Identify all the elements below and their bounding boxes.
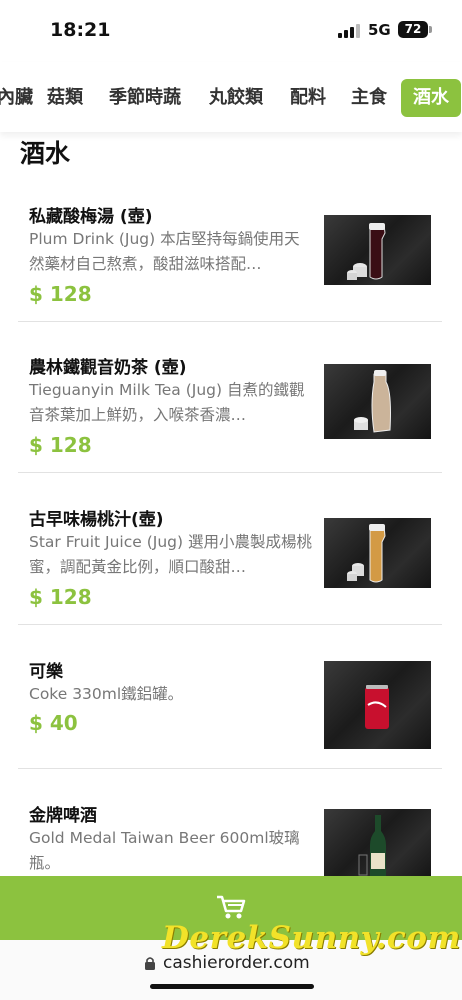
jug-icon bbox=[354, 370, 391, 433]
menu-item[interactable]: 可樂 Coke 330ml鐵鋁罐。 $ 40 bbox=[18, 641, 442, 769]
category-nav: 內臟 菇類 季節時蔬 丸餃類 配料 主食 酒水 bbox=[0, 62, 462, 132]
battery-icon: 72 bbox=[398, 21, 428, 38]
section-title: 酒水 bbox=[20, 139, 71, 168]
network-label: 5G bbox=[368, 21, 391, 39]
home-indicator bbox=[150, 984, 314, 989]
item-image[interactable] bbox=[324, 215, 431, 285]
jug-icon bbox=[347, 223, 386, 280]
menu-item[interactable]: 農林鐵觀音奶茶 (壺) Tieguanyin Milk Tea (Jug) 自煮… bbox=[18, 337, 442, 473]
item-name: 金牌啤酒 bbox=[29, 806, 97, 826]
status-time: 18:21 bbox=[50, 19, 111, 41]
menu-item[interactable]: 私藏酸梅湯 (壺) Plum Drink (Jug) 本店堅持每鍋使用天然藥材自… bbox=[18, 186, 442, 322]
item-image[interactable] bbox=[324, 518, 431, 588]
item-price: $ 40 bbox=[29, 711, 78, 735]
category-tab[interactable]: 菇類 bbox=[47, 79, 83, 117]
item-description: Coke 330ml鐵鋁罐。 bbox=[29, 685, 184, 703]
item-description: Tieguanyin Milk Tea (Jug) 自煮的鐵觀音茶葉加上鮮奶，入… bbox=[29, 381, 305, 424]
item-image[interactable] bbox=[324, 661, 431, 749]
watermark: DerekSunny.com bbox=[162, 920, 461, 956]
item-name: 可樂 bbox=[29, 662, 63, 682]
item-description: Star Fruit Juice (Jug) 選用小農製成楊桃蜜，調配黃金比例，… bbox=[29, 533, 312, 576]
menu-item[interactable]: 古早味楊桃汁(壺) Star Fruit Juice (Jug) 選用小農製成楊… bbox=[18, 489, 442, 625]
item-image[interactable] bbox=[324, 364, 431, 439]
item-price: $ 128 bbox=[29, 433, 92, 457]
jug-icon bbox=[347, 524, 386, 583]
cart-icon bbox=[217, 895, 246, 919]
signal-icon bbox=[338, 24, 360, 38]
battery-tip bbox=[429, 26, 432, 33]
item-description: Plum Drink (Jug) 本店堅持每鍋使用天然藥材自己熬煮，酸甜滋味搭配… bbox=[29, 230, 300, 273]
item-image[interactable] bbox=[324, 809, 431, 879]
item-name: 古早味楊桃汁(壺) bbox=[29, 510, 164, 530]
url-text: cashierorder.com bbox=[163, 953, 310, 973]
category-tab[interactable]: 主食 bbox=[351, 79, 387, 117]
can-icon bbox=[365, 685, 389, 729]
item-name: 私藏酸梅湯 (壺) bbox=[29, 207, 153, 227]
category-tab-active[interactable]: 酒水 bbox=[401, 79, 461, 117]
category-tab[interactable]: 內臟 bbox=[0, 79, 33, 117]
status-bar: 18:21 5G 72 bbox=[0, 0, 462, 62]
item-description: Gold Medal Taiwan Beer 600ml玻璃瓶。 bbox=[29, 829, 300, 872]
item-price: $ 128 bbox=[29, 585, 92, 609]
category-tab[interactable]: 丸餃類 bbox=[209, 79, 263, 117]
item-price: $ 128 bbox=[29, 282, 92, 306]
category-tab[interactable]: 配料 bbox=[290, 79, 326, 117]
item-name: 農林鐵觀音奶茶 (壺) bbox=[29, 358, 187, 378]
category-tab[interactable]: 季節時蔬 bbox=[109, 79, 181, 117]
bottle-icon bbox=[358, 815, 386, 879]
lock-icon bbox=[145, 957, 155, 970]
menu-item[interactable]: 金牌啤酒 Gold Medal Taiwan Beer 600ml玻璃瓶。 bbox=[18, 785, 442, 885]
